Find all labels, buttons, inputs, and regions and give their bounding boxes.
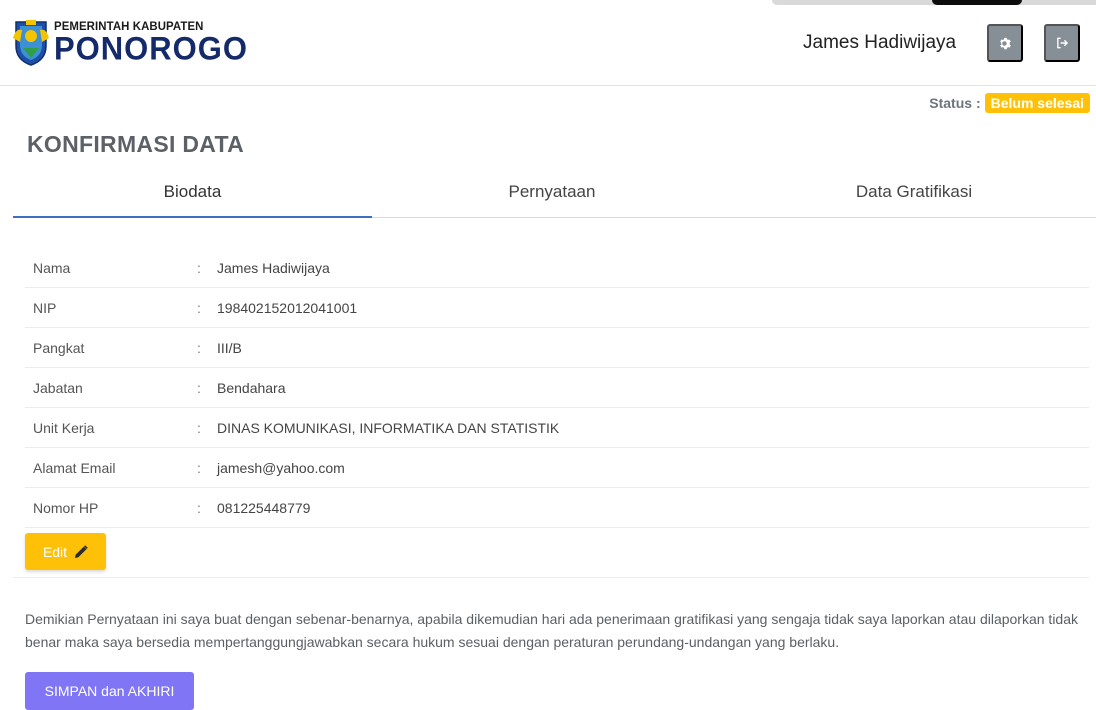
ponorogo-emblem-icon — [13, 20, 49, 66]
pencil-icon — [75, 544, 88, 558]
sign-out-icon — [1056, 37, 1068, 49]
tab-bar: Biodata Pernyataan Data Gratifikasi — [13, 170, 1096, 218]
field-separator: : — [197, 379, 201, 396]
field-value: James Hadiwijaya — [217, 259, 330, 276]
table-row: Alamat Email : jamesh@yahoo.com — [25, 448, 1089, 488]
field-separator: : — [197, 299, 201, 316]
field-label: Alamat Email — [33, 459, 116, 476]
table-row: Jabatan : Bendahara — [25, 368, 1089, 408]
table-row: Unit Kerja : DINAS KOMUNIKASI, INFORMATI… — [25, 408, 1089, 448]
status-line: Status : Belum selesai — [929, 93, 1090, 113]
logout-button[interactable] — [1044, 24, 1080, 62]
table-row: Pangkat : III/B — [25, 328, 1089, 368]
edit-button-label: Edit — [42, 543, 68, 560]
field-value: 081225448779 — [217, 499, 311, 516]
edit-button[interactable]: Edit — [25, 533, 106, 570]
field-label: NIP — [33, 299, 57, 316]
status-badge: Belum selesai — [984, 93, 1090, 113]
field-value: 198402152012041001 — [217, 299, 358, 316]
save-and-finish-button[interactable]: SIMPAN dan AKHIRI — [25, 672, 194, 710]
field-separator: : — [197, 459, 201, 476]
field-label: Nomor HP — [33, 499, 99, 516]
status-label: Status : — [929, 95, 981, 111]
tab-data-gratifikasi[interactable]: Data Gratifikasi — [732, 170, 1096, 217]
field-separator: : — [197, 339, 201, 356]
field-value: Bendahara — [217, 379, 286, 396]
table-row: NIP : 198402152012041001 — [25, 288, 1089, 328]
statement-text: Demikian Pernyataan ini saya buat dengan… — [25, 611, 1079, 650]
field-value: jamesh@yahoo.com — [217, 459, 345, 476]
table-row: Nomor HP : 081225448779 — [25, 488, 1089, 528]
edit-row: Edit — [13, 527, 1089, 578]
tab-biodata[interactable]: Biodata — [13, 170, 372, 218]
field-value: III/B — [217, 339, 242, 356]
page-title: KONFIRMASI DATA — [27, 131, 245, 157]
user-name[interactable]: James Hadiwijaya — [803, 32, 956, 54]
field-label: Jabatan — [33, 379, 83, 396]
biodata-table: Nama : James Hadiwijaya NIP : 1984021520… — [25, 248, 1089, 528]
gear-icon — [999, 37, 1011, 49]
tab-pernyataan[interactable]: Pernyataan — [372, 170, 732, 217]
field-label: Nama — [33, 259, 71, 276]
field-separator: : — [197, 499, 201, 516]
field-value: DINAS KOMUNIKASI, INFORMATIKA DAN STATIS… — [217, 419, 560, 436]
field-separator: : — [197, 259, 201, 276]
field-label: Unit Kerja — [33, 419, 95, 436]
logo-title: PONOROGO — [54, 30, 249, 67]
field-label: Pangkat — [33, 339, 85, 356]
logo[interactable]: PEMERINTAH KABUPATEN PONOROGO — [12, 18, 248, 66]
settings-button[interactable] — [987, 24, 1023, 62]
header: PEMERINTAH KABUPATEN PONOROGO James Hadi… — [0, 0, 1096, 86]
table-row: Nama : James Hadiwijaya — [25, 248, 1089, 288]
field-separator: : — [197, 419, 201, 436]
